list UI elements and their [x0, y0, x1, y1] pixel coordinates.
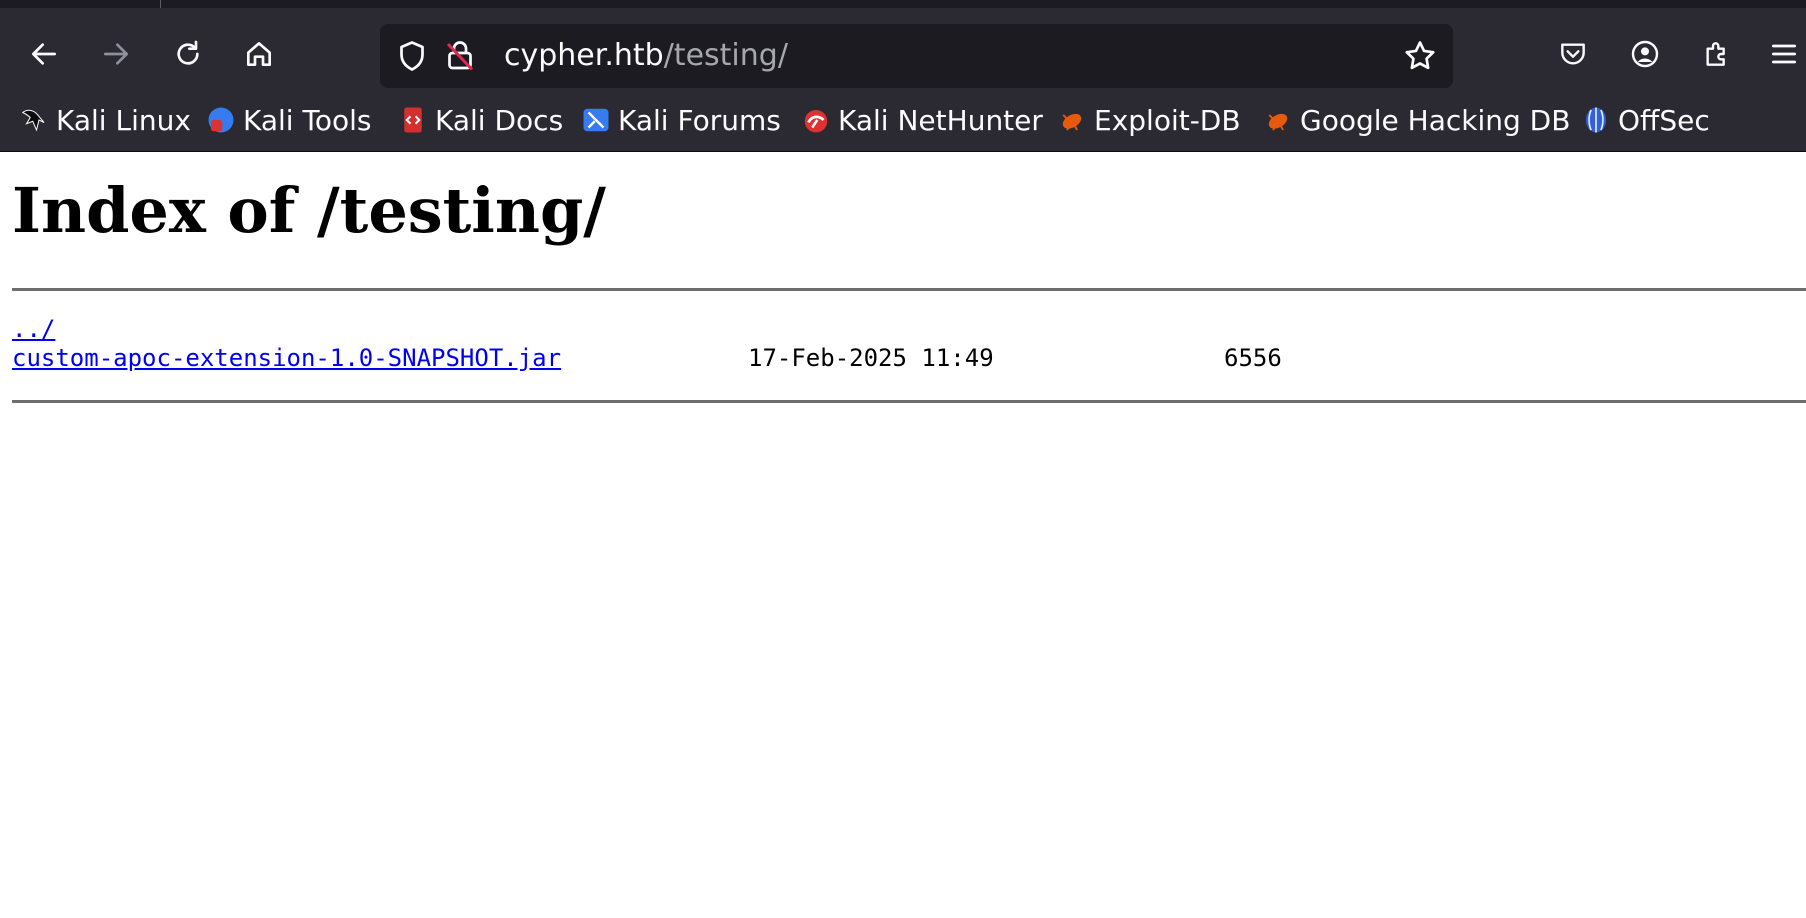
url-bar[interactable]: cypher.htb/testing/: [380, 24, 1453, 88]
bookmark-label: Kali Forums: [618, 103, 781, 137]
url-text[interactable]: cypher.htb/testing/: [504, 37, 788, 75]
bookmark-label: Kali NetHunter: [838, 103, 1043, 137]
account-button[interactable]: [1623, 32, 1667, 76]
arrow-right-icon: [104, 43, 128, 65]
nav-toolbar: cypher.htb/testing/: [0, 8, 1806, 90]
puzzle-icon: [1706, 42, 1725, 66]
extensions-button[interactable]: [1695, 32, 1739, 76]
bookmarks-toolbar: Kali Linux Kali Tools Kali Docs Kali For…: [0, 90, 1806, 152]
pocket-icon: [1561, 43, 1585, 65]
tab-separator: [160, 0, 161, 8]
hamburger-menu-icon: [1772, 44, 1796, 64]
page-content: Index of /testing/ ../ custom-apoc-exten…: [0, 152, 1806, 918]
kali-tools-icon: [205, 104, 237, 136]
tab-strip: [0, 0, 1806, 8]
home-icon: [247, 42, 271, 66]
kali-dragon-icon: [18, 104, 50, 136]
bookmark-label: Kali Tools: [243, 103, 372, 137]
parent-directory-link[interactable]: ../: [12, 315, 55, 343]
file-size: 6556: [1224, 344, 1282, 372]
bookmark-kali-linux[interactable]: Kali Linux: [18, 100, 191, 140]
forward-button[interactable]: [94, 32, 138, 76]
bookmark-kali-forums[interactable]: Kali Forums: [580, 100, 781, 140]
file-date: 17-Feb-2025 11:49: [748, 344, 994, 372]
top-divider: [12, 288, 1806, 291]
bookmark-label: Kali Linux: [56, 103, 191, 137]
bookmark-label: OffSec: [1618, 103, 1710, 137]
insecure-lock-icon[interactable]: [442, 38, 478, 74]
directory-listing: ../ custom-apoc-extension-1.0-SNAPSHOT.j…: [12, 315, 1282, 373]
bookmark-offsec[interactable]: OffSec: [1580, 100, 1710, 140]
offsec-icon: [1580, 104, 1612, 136]
account-icon: [1631, 40, 1659, 68]
bookmark-label: Exploit-DB: [1094, 103, 1241, 137]
bookmark-kali-tools[interactable]: Kali Tools: [205, 100, 371, 140]
url-host: cypher.htb: [504, 38, 664, 73]
exploit-db-icon: [1056, 104, 1088, 136]
list-item: custom-apoc-extension-1.0-SNAPSHOT.jar 1…: [12, 344, 1282, 373]
bottom-divider: [12, 400, 1806, 403]
menu-button[interactable]: [1762, 32, 1806, 76]
ghdb-icon: [1262, 104, 1294, 136]
pocket-button[interactable]: [1551, 32, 1595, 76]
list-item: ../: [12, 315, 561, 344]
kali-forums-icon: [580, 104, 612, 136]
bookmark-label: Kali Docs: [435, 103, 564, 137]
bookmark-kali-docs[interactable]: Kali Docs: [397, 100, 563, 140]
arrow-left-icon: [32, 43, 56, 65]
page-title: Index of /testing/: [12, 174, 606, 247]
url-path: /testing/: [663, 38, 788, 73]
kali-docs-icon: [397, 104, 429, 136]
reload-button[interactable]: [166, 32, 210, 76]
kali-nethunter-icon: [800, 104, 832, 136]
back-button[interactable]: [22, 32, 66, 76]
reload-icon: [177, 40, 199, 65]
bookmark-star-icon[interactable]: [1402, 38, 1438, 74]
bookmark-label: Google Hacking DB: [1300, 103, 1571, 137]
bookmark-exploit-db[interactable]: Exploit-DB: [1056, 100, 1241, 140]
file-link[interactable]: custom-apoc-extension-1.0-SNAPSHOT.jar: [12, 344, 561, 372]
bookmark-google-hacking-db[interactable]: Google Hacking DB: [1262, 100, 1570, 140]
bookmark-kali-nethunter[interactable]: Kali NetHunter: [800, 100, 1043, 140]
shield-icon[interactable]: [394, 38, 430, 74]
home-button[interactable]: [237, 32, 281, 76]
